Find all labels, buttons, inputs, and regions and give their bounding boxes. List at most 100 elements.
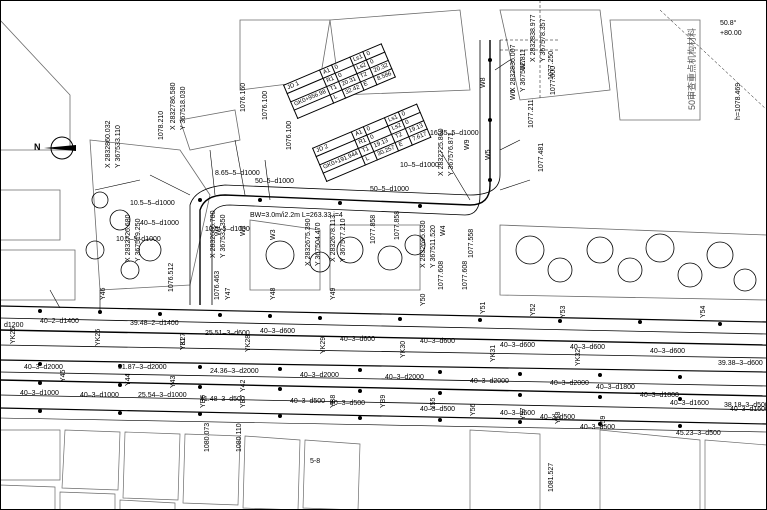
coordinate-label: X 2832726.680 <box>125 214 132 263</box>
pipe-label: 40–3–d600 <box>260 328 296 335</box>
elevation-label: 1077.481 <box>538 142 545 172</box>
elevation-label: 1077.858 <box>370 214 377 244</box>
pipe-label: 40–3–d2000 <box>24 364 63 371</box>
pipe-label: 40–3–d600 <box>420 338 456 345</box>
elevation-label: 1076.512 <box>168 262 175 292</box>
node-label: Y43 <box>170 375 177 388</box>
pipe-label: 40–3–d1800 <box>640 392 679 399</box>
coordinate-label: Y 367577.210 <box>340 218 347 262</box>
node-label: Y44 <box>125 373 132 386</box>
node-label: W2 <box>240 225 247 237</box>
elevation-label: 1077.608 <box>462 260 469 290</box>
node-label: Y42 <box>240 379 247 392</box>
road-lines <box>0 305 767 433</box>
pipe-label: 39.48–2–d1400 <box>130 320 179 327</box>
node-label: Y56 <box>470 403 477 416</box>
elevation-label: 1077.558 <box>468 228 475 258</box>
coordinate-label: Y 367578.357 <box>540 18 547 62</box>
node-label: W3 <box>270 229 277 241</box>
node-label: YK26 <box>95 328 102 346</box>
pipe-label: 40–3–d1600 <box>670 400 709 407</box>
pipe-label: 40–5–d1000 <box>140 220 179 227</box>
coordinate-label: X 2832786.580 <box>170 82 177 131</box>
coordinate-label: X 2832675.390 <box>305 218 312 267</box>
elevation-label: 1077.858 <box>394 210 401 240</box>
node-label: Y48 <box>270 287 277 300</box>
pipe-label: 40–3–d600 <box>340 336 376 343</box>
pipe-label: 8.65–5–d1000 <box>215 170 260 177</box>
node-label: Y53 <box>560 305 567 318</box>
node-label: YK25 <box>10 326 17 344</box>
pipe-label: 51.87–3–d2000 <box>118 364 167 371</box>
lower-blocks <box>0 429 767 510</box>
coordinate-label: Y 367576.871 <box>448 132 455 176</box>
node-label: Y52 <box>530 303 537 316</box>
upper-right-elev: h=1078.469 <box>735 82 742 120</box>
node-label: YB9 <box>380 394 387 408</box>
elevation-label: 1078.210 <box>158 110 165 140</box>
pipe-label: 40–3–d2000 <box>300 372 339 379</box>
pipe-label: 40–3–d2000 <box>385 374 424 381</box>
north-arrow-icon <box>44 136 76 160</box>
elevation-label: 1080.073 <box>204 422 211 452</box>
upper-right-caption: 50审查重点机构材料 <box>687 27 697 110</box>
node-label: YK32 <box>575 348 582 366</box>
pipe-label: 40–3–d500 <box>500 410 536 417</box>
north-label: N <box>34 142 41 152</box>
node-label: YK31 <box>490 344 497 362</box>
elevation-label: 1076.160 <box>240 82 247 112</box>
pipe-label: 40–3–d600 <box>650 348 686 355</box>
elevation-label: 1077.608 <box>438 260 445 290</box>
pipe-label: 40–3–d1000 <box>20 390 59 397</box>
node-label: YB6 <box>200 394 207 408</box>
node-label: Y31 <box>180 337 187 350</box>
coordinate-label: X 2832686.780 <box>210 210 217 259</box>
coordinate-label: X 2832836.007 <box>510 44 517 93</box>
coordinate-label: X 2832838.977 <box>530 14 537 63</box>
coordinate-label: Y 367532.350 <box>220 214 227 258</box>
node-label: Y59 <box>600 415 607 428</box>
coordinate-label: Y 367519.250 <box>135 218 142 262</box>
node-label: YB8 <box>330 394 337 408</box>
pipe-label: 25.54–3–d1000 <box>138 392 187 399</box>
coordinate-label: Y 367562.811 <box>520 49 527 92</box>
pipe-label: 40–3–d1800 <box>596 384 635 391</box>
node-label: YK29 <box>320 336 327 354</box>
elevation-label: 1076.100 <box>286 120 293 150</box>
node-label: Y49 <box>330 287 337 300</box>
pipe-label: 40–2–d1400 <box>40 318 79 325</box>
pipe-label: 40–3–d500 <box>580 424 616 431</box>
node-label: Y46 <box>100 287 107 300</box>
node-label: Y51 <box>480 301 487 314</box>
node-label: Y45 <box>60 369 67 382</box>
pipe-label: 50–5–d1000 <box>255 178 294 185</box>
node-label: W9 <box>464 139 471 151</box>
node-label: YB7 <box>240 394 247 408</box>
node-label: Y50 <box>420 293 427 306</box>
pipe-label: 25.51–3–d600 <box>205 330 250 337</box>
coordinate-label: X 2832725.860 <box>438 128 445 177</box>
pipe-label: 40–3–d2000 <box>550 380 589 387</box>
pipe-label: 45.23–3–d500 <box>676 430 721 437</box>
node-label: Y58 <box>555 411 562 424</box>
coordinate-label: Y 367533.110 <box>115 125 122 168</box>
node-label: YK28 <box>245 334 252 352</box>
pipe-label: 40–3–d2000 <box>470 378 509 385</box>
coordinate-label: X 2832860.032 <box>105 120 112 169</box>
pipe-label: 40–3–d500 <box>290 398 326 405</box>
road-profile-label: BW=3.0m/i2.2m L=263.33 i=4 <box>250 212 343 219</box>
node-label: W4 <box>440 225 447 237</box>
pipe-label: 10.5–5–d1000 <box>130 200 175 207</box>
pipe-label: 10–5–d1000 <box>400 162 439 169</box>
upper-right-label-2: +80.00 <box>720 30 742 37</box>
node-label: Y57 <box>520 407 527 420</box>
upper-right-label: 50.8° <box>720 20 737 27</box>
elevation-label: 1081.527 <box>548 462 555 492</box>
pipe-label: 40–3–d1000 <box>80 392 119 399</box>
node-label: Y47 <box>225 287 232 300</box>
coordinate-label: Y 367511.520 <box>430 225 437 268</box>
node-label: Y54 <box>700 305 707 318</box>
coordinate-label: Y 367504.470 <box>315 222 322 266</box>
bottom-text: 5-8 <box>310 458 321 465</box>
coordinate-label: X 2832695.630 <box>420 220 427 269</box>
